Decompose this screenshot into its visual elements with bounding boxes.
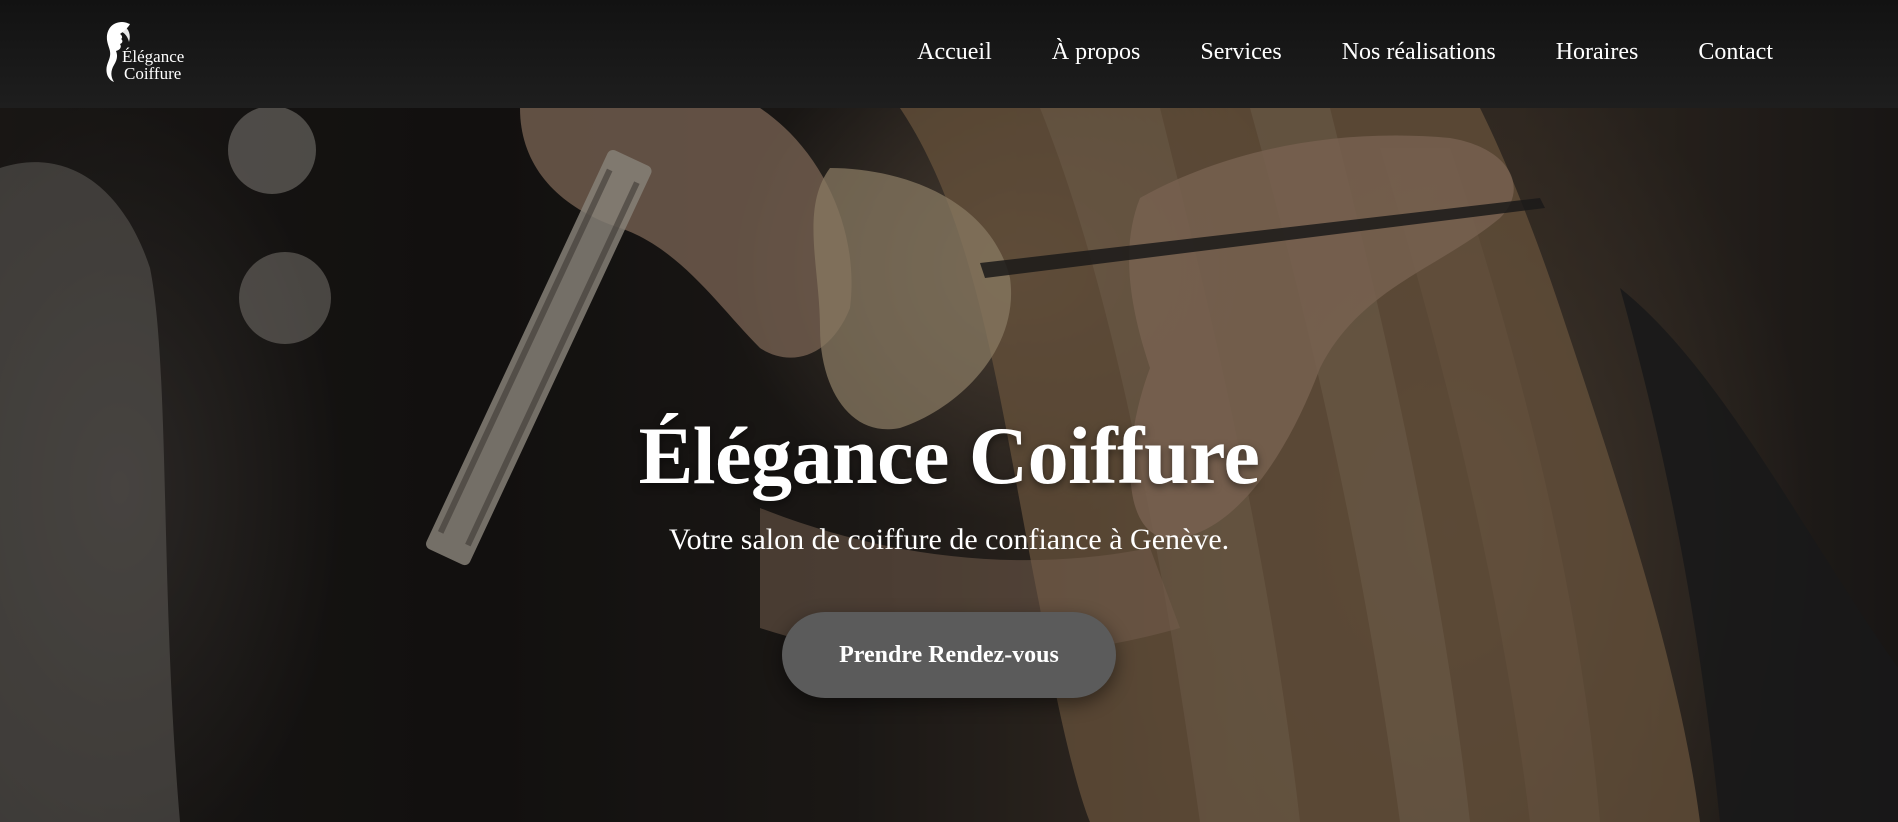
nav-contact[interactable]: Contact: [1698, 34, 1773, 70]
logo-line-1: Élégance: [122, 47, 185, 66]
logo[interactable]: Élégance Coiffure: [102, 20, 202, 84]
navbar: Élégance Coiffure Accueil À propos Servi…: [0, 0, 1898, 108]
main-nav: Accueil À propos Services Nos réalisatio…: [917, 34, 1773, 70]
nav-a-propos[interactable]: À propos: [1052, 34, 1141, 70]
logo-text: Élégance Coiffure: [122, 48, 184, 82]
nav-accueil[interactable]: Accueil: [917, 34, 992, 70]
nav-services[interactable]: Services: [1200, 34, 1281, 70]
hero-section: Élégance Coiffure Votre salon de coiffur…: [0, 108, 1898, 822]
nav-horaires[interactable]: Horaires: [1556, 34, 1639, 70]
nav-nos-realisations[interactable]: Nos réalisations: [1342, 34, 1496, 70]
book-appointment-button[interactable]: Prendre Rendez-vous: [782, 612, 1116, 698]
page: Élégance Coiffure Accueil À propos Servi…: [0, 0, 1898, 822]
hero-subtitle: Votre salon de coiffure de confiance à G…: [668, 523, 1230, 556]
logo-line-2: Coiffure: [124, 64, 182, 83]
hero-content: Élégance Coiffure Votre salon de coiffur…: [0, 408, 1898, 698]
hero-title: Élégance Coiffure: [638, 410, 1260, 501]
